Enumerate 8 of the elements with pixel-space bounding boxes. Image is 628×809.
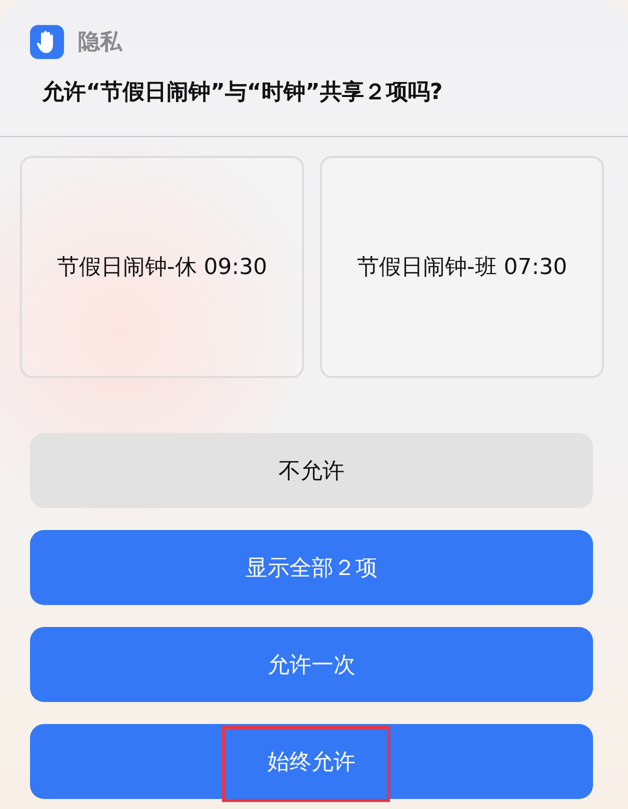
alarm-card: 节假日闹钟-班 07:30 — [320, 156, 604, 378]
allow-button[interactable]: 允许一次 — [30, 627, 593, 702]
alarm-card: 节假日闹钟-休 09:30 — [20, 156, 304, 378]
app-name: 隐私 — [78, 29, 122, 57]
deny-button[interactable]: 不允许 — [30, 433, 593, 508]
allow-button[interactable]: 显示全部２项 — [30, 530, 593, 605]
allow-button[interactable]: 始终允许 — [30, 724, 593, 799]
dialog-title: 允许“节假日闹钟”与“时钟”共享２项吗? — [41, 79, 444, 107]
